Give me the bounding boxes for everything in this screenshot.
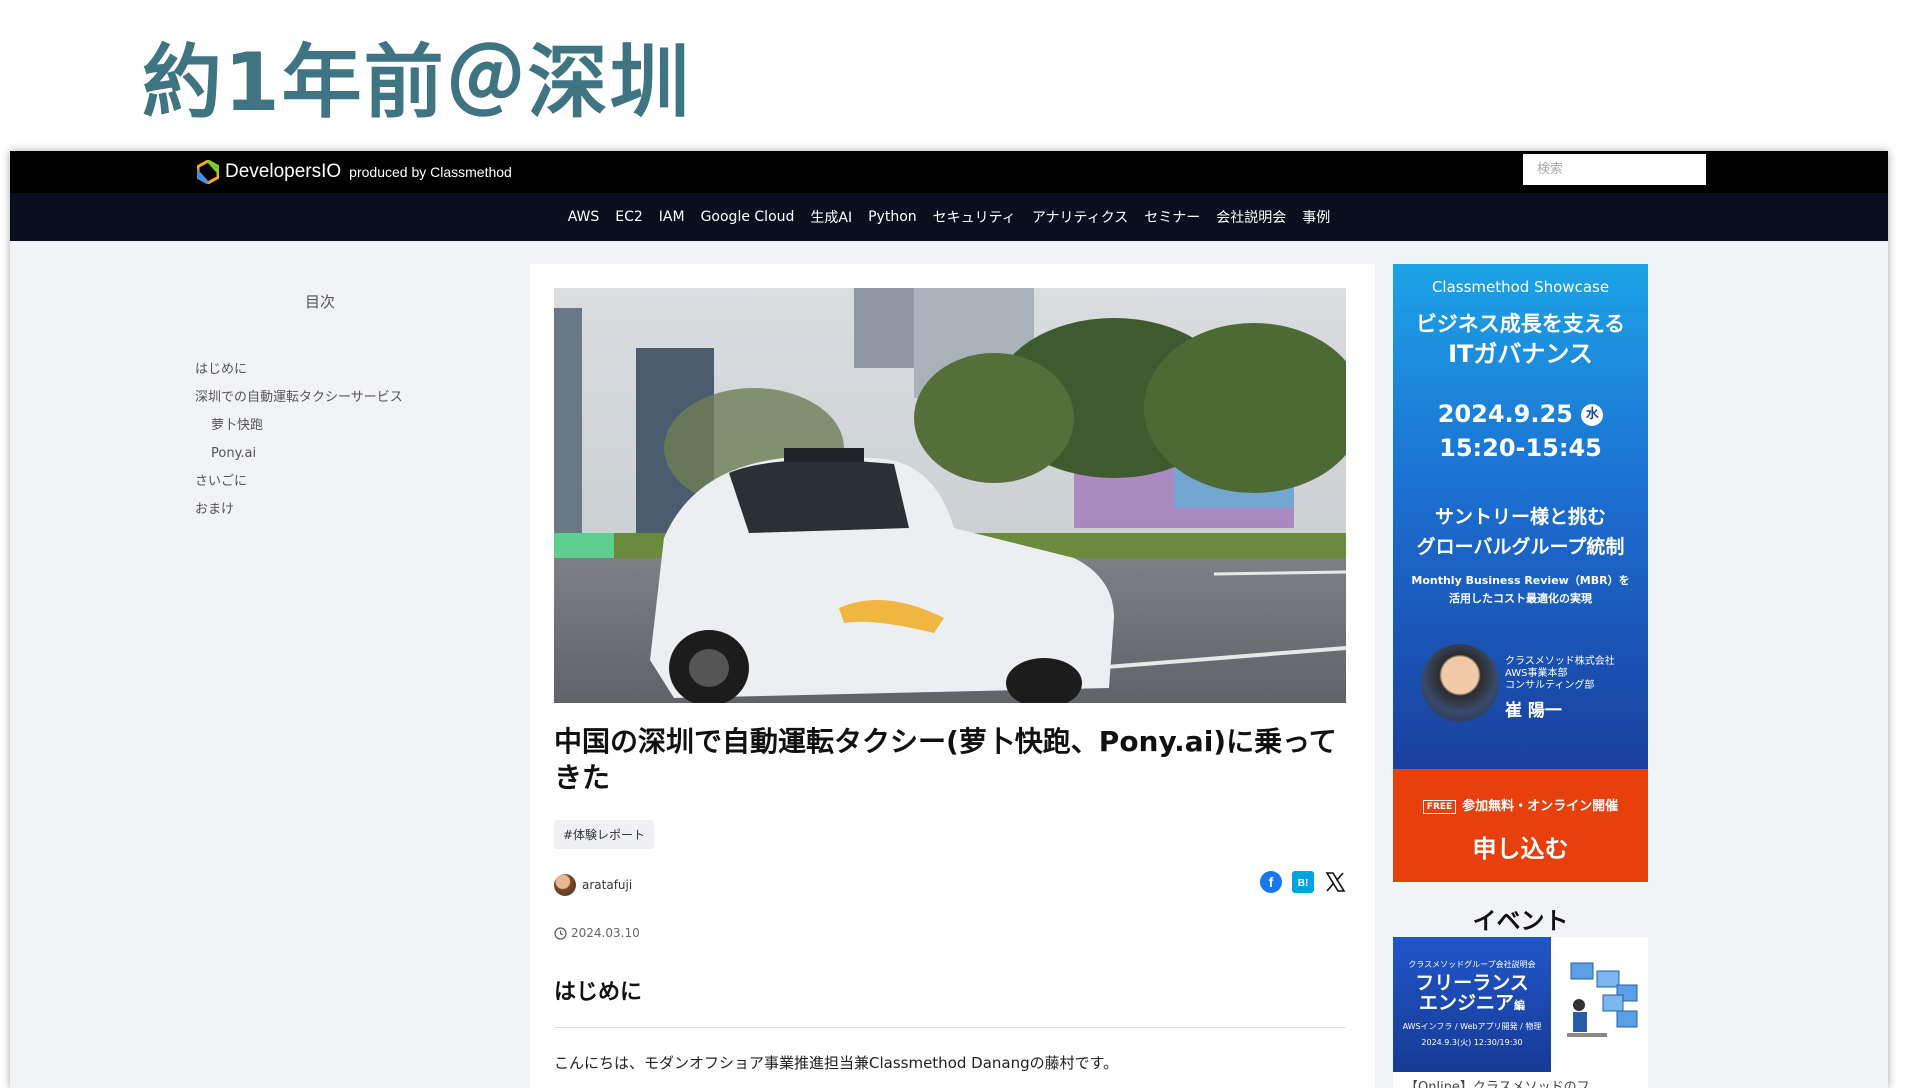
- author[interactable]: aratafuji: [554, 874, 632, 896]
- nav-item-company-briefing[interactable]: 会社説明会: [1216, 207, 1286, 227]
- ad-visual: Classmethod Showcase ビジネス成長を支える ITガバナンス …: [1393, 264, 1648, 769]
- nav-item-generative-ai[interactable]: 生成AI: [810, 207, 852, 227]
- nav-item-ec2[interactable]: EC2: [615, 209, 643, 225]
- produced-by: produced by Classmethod: [349, 164, 512, 180]
- intro-paragraph: こんにちは、モダンオフショア事業推進担当兼Classmethod Danangの…: [554, 1054, 1119, 1072]
- divider: [554, 1027, 1346, 1028]
- publish-date: 2024.03.10: [554, 926, 640, 940]
- table-of-contents: 目次 はじめに 深圳での自動運転タクシーサービス 萝卜快跑 Pony.ai さい…: [195, 291, 515, 524]
- speaker-affiliation: クラスメソッド株式会社 AWS事業本部 コンサルティング部: [1505, 656, 1615, 691]
- weekday-badge: 水: [1581, 404, 1604, 426]
- site-header: DevelopersIO produced by Classmethod: [10, 151, 1888, 193]
- toc-item-intro[interactable]: はじめに: [195, 356, 515, 384]
- ad-showcase-label: Classmethod Showcase: [1431, 278, 1610, 296]
- event-link[interactable]: 【Online】クラスメソッドのフ: [1405, 1076, 1590, 1088]
- date-text: 2024.03.10: [571, 926, 640, 940]
- nav-item-iam[interactable]: IAM: [659, 209, 685, 225]
- nav-item-case-studies[interactable]: 事例: [1302, 207, 1330, 227]
- browser-screenshot: DevelopersIO produced by Classmethod AWS…: [10, 151, 1888, 1088]
- toc-title: 目次: [304, 293, 335, 311]
- monitor-illustration-icon: [1567, 962, 1638, 1037]
- slide-title: 約1年前＠深圳: [142, 36, 692, 129]
- article-card: 中国の深圳で自動運転タクシー(萝卜快跑、Pony.ai)に乗ってきた #体験レポ…: [530, 264, 1375, 1088]
- category-nav: AWS EC2 IAM Google Cloud 生成AI Python セキュ…: [10, 193, 1888, 241]
- nav-item-seminar[interactable]: セミナー: [1144, 207, 1200, 227]
- showcase-ad-banner[interactable]: Classmethod Showcase ビジネス成長を支える ITガバナンス …: [1393, 264, 1648, 882]
- nav-item-google-cloud[interactable]: Google Cloud: [701, 209, 795, 225]
- article-title: 中国の深圳で自動運転タクシー(萝卜快跑、Pony.ai)に乗ってきた: [554, 725, 1337, 794]
- hatena-glyph: B!: [1298, 878, 1309, 889]
- facebook-glyph: f: [1269, 874, 1274, 890]
- event-banner: クラスメソッドグループ会社説明会 フリーランス エンジニア編 AWSインフラ /…: [1393, 937, 1551, 1072]
- speaker-name: 崔 陽一: [1505, 701, 1562, 721]
- free-badge: FREE: [1422, 799, 1457, 814]
- toc-item-pony-ai[interactable]: Pony.ai: [195, 440, 515, 468]
- ad-sub-3: Monthly Business Review（MBR）を: [1411, 574, 1630, 587]
- nav-item-python[interactable]: Python: [868, 209, 917, 225]
- avatar: [554, 874, 576, 896]
- ad-cta[interactable]: FREE 参加無料・オンライン開催 申し込む: [1393, 769, 1648, 882]
- ad-date: 2024.9.25 水: [1393, 400, 1648, 428]
- hexagon-logo-icon: [197, 160, 219, 184]
- section-heading: はじめに: [554, 980, 643, 1005]
- speaker-photo: [1421, 644, 1499, 722]
- nav-item-analytics[interactable]: アナリティクス: [1032, 207, 1128, 227]
- share-buttons: f B!: [1259, 870, 1347, 894]
- event-card[interactable]: クラスメソッドグループ会社説明会 フリーランス エンジニア編 AWSインフラ /…: [1393, 937, 1648, 1088]
- events-title: イベント: [1472, 907, 1569, 935]
- site-logo[interactable]: DevelopersIO produced by Classmethod: [197, 157, 512, 187]
- search-input[interactable]: [1523, 154, 1706, 185]
- facebook-icon[interactable]: f: [1259, 870, 1283, 894]
- apply-button[interactable]: 申し込む: [1393, 829, 1648, 864]
- article-tag[interactable]: #体験レポート: [554, 820, 655, 849]
- hatena-bookmark-icon[interactable]: B!: [1291, 870, 1315, 894]
- toc-item-apollo-go[interactable]: 萝卜快跑: [195, 412, 515, 440]
- ad-headline-2: ITガバナンス: [1448, 340, 1593, 368]
- ad-sub-1: サントリー様と挑む: [1434, 506, 1606, 528]
- hero-image: [554, 288, 1346, 703]
- ad-sub-4: 活用したコスト最適化の実現: [1449, 592, 1592, 605]
- author-name: aratafuji: [582, 878, 633, 892]
- ad-free-text: FREE 参加無料・オンライン開催: [1393, 795, 1648, 814]
- nav-item-aws[interactable]: AWS: [568, 209, 600, 225]
- toc-item-bonus[interactable]: おまけ: [195, 496, 515, 524]
- ad-sub-2: グローバルグループ統制: [1416, 536, 1625, 558]
- x-share-icon[interactable]: [1323, 870, 1347, 894]
- ad-time: 15:20-15:45: [1439, 434, 1602, 462]
- nav-item-security[interactable]: セキュリティ: [933, 207, 1016, 227]
- clock-icon: [554, 926, 567, 940]
- brand-name: DevelopersIO: [225, 161, 342, 182]
- toc-item-shenzhen-service[interactable]: 深圳での自動運転タクシーサービス: [195, 384, 515, 412]
- toc-item-conclusion[interactable]: さいごに: [195, 468, 515, 496]
